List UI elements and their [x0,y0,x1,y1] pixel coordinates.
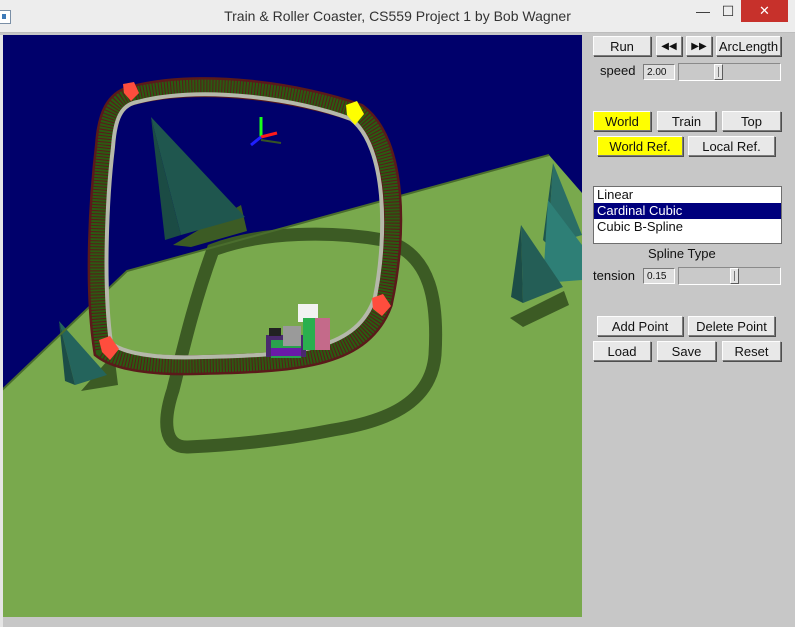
save-button[interactable]: Save [657,341,716,361]
run-button[interactable]: Run [593,36,651,56]
train-car-roof [269,328,281,336]
close-button[interactable]: ✕ [741,0,788,22]
axis-shadow [260,139,282,144]
reset-button[interactable]: Reset [722,341,781,361]
rewind-button[interactable]: ◀◀ [656,36,682,56]
arclength-button[interactable]: ArcLength [716,36,781,56]
tension-value: 0.15 [643,268,675,284]
tension-slider[interactable] [678,267,781,285]
view-world-button[interactable]: World [593,111,651,131]
spline-type-label: Spline Type [648,246,716,261]
fast-forward-button[interactable]: ▶▶ [686,36,712,56]
view-train-button[interactable]: Train [657,111,716,131]
axis-z [250,135,262,147]
add-point-button[interactable]: Add Point [597,316,683,336]
spline-option-linear[interactable]: Linear [594,187,781,203]
local-ref-button[interactable]: Local Ref. [688,136,775,156]
maximize-button[interactable]: ☐ [713,0,743,22]
spline-option-cubic-b-spline[interactable]: Cubic B-Spline [594,219,781,235]
scene-canvas[interactable] [3,35,582,617]
speed-label: speed [600,63,636,78]
tension-slider-thumb[interactable] [730,268,739,284]
speed-value: 2.00 [643,64,675,80]
train-car-stripe [271,348,301,356]
world-ref-button[interactable]: World Ref. [597,136,683,156]
train-car-front [283,326,301,346]
delete-point-button[interactable]: Delete Point [688,316,775,336]
speed-slider[interactable] [678,63,781,81]
rewind-icon: ◀◀ [661,40,677,52]
spline-option-cardinal-cubic[interactable]: Cardinal Cubic [594,203,781,219]
3d-viewport[interactable] [3,35,582,617]
speed-slider-thumb[interactable] [714,64,723,80]
control-panel: Run ◀◀ ▶▶ ArcLength speed 2.00 World Tra… [584,33,795,627]
train-car-body-shade [303,318,315,350]
fast-forward-icon: ▶▶ [691,40,707,52]
window-title: Train & Roller Coaster, CS559 Project 1 … [224,8,571,24]
load-button[interactable]: Load [593,341,651,361]
title-bar: Train & Roller Coaster, CS559 Project 1 … [0,0,795,33]
tension-label: tension [593,268,635,283]
spline-type-list[interactable]: Linear Cardinal Cubic Cubic B-Spline [593,186,782,244]
axis-x [260,131,278,139]
view-top-button[interactable]: Top [722,111,781,131]
